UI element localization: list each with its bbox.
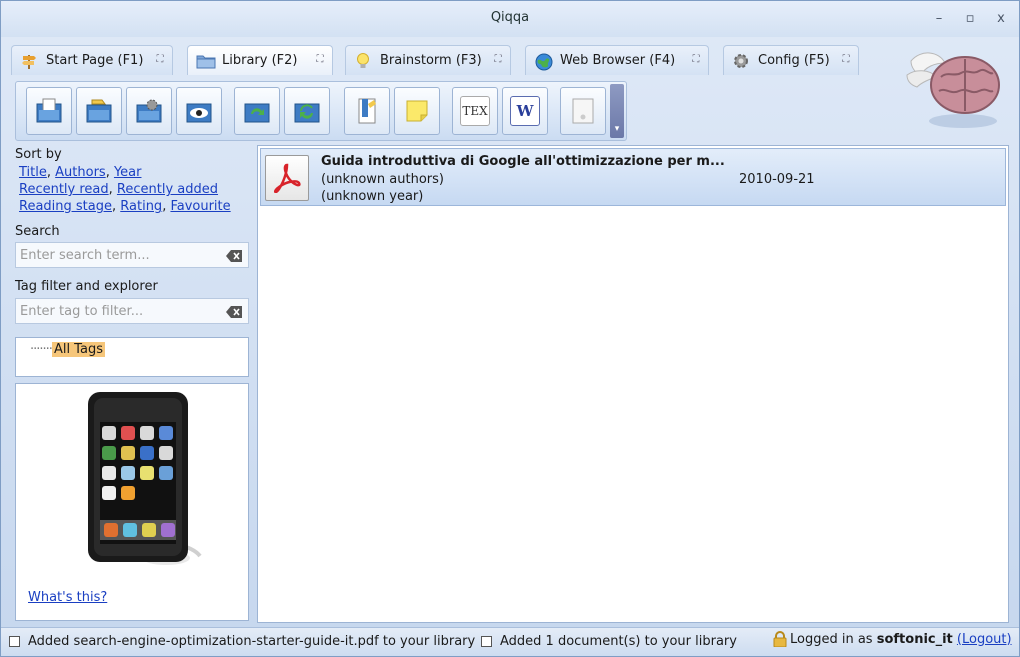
maximize-button[interactable]: ▫ [962,11,978,27]
import-settings-icon [134,96,164,126]
blank-document-icon [568,96,598,126]
status-text: Added search-engine-optimization-starter… [28,634,476,649]
pin-icon[interactable]: ⛶ [492,54,504,66]
add-folder-icon [84,96,114,126]
folder-icon [196,52,216,70]
close-button[interactable]: x [993,11,1009,27]
sort-title-link[interactable]: Title [19,165,47,180]
search-box [15,242,249,268]
username: softonic_it [876,631,953,647]
status-text: Added 1 document(s) to your library [500,634,737,649]
sticky-note-icon [402,96,432,126]
window-title: Qiqqa [490,10,530,25]
tab-label: Start Page (F1) [46,53,144,68]
tag-filter-input[interactable] [20,302,220,320]
tag-tree: ······· All Tags [15,337,249,377]
sort-reading-stage-link[interactable]: Reading stage [19,199,112,214]
logout-link[interactable]: (Logout) [957,632,1012,647]
document-title: Guida introduttiva di Google all'ottimiz… [321,154,725,169]
tag-filter-box [15,298,249,324]
tab-label: Brainstorm (F3) [380,53,482,68]
ipod-image [72,392,202,568]
tex-export-button[interactable]: TEX [452,87,498,135]
whats-this-link[interactable]: What's this? [28,590,107,605]
clear-tag-filter-icon[interactable] [226,306,242,318]
tree-connector: ······· [30,342,53,357]
status-checkbox[interactable] [9,636,20,647]
document-bookmark-button[interactable] [344,87,390,135]
tag-heading: Tag filter and explorer [15,279,158,294]
signpost-icon [20,52,38,70]
tab-label: Library (F2) [222,53,298,68]
tab-config[interactable]: Config (F5) ⛶ [723,45,859,75]
search-input[interactable] [20,246,220,264]
document-row[interactable]: Guida introduttiva di Google all'ottimiz… [260,148,1006,206]
sync-icon [242,96,272,126]
add-document-icon [34,96,64,126]
lightbulb-icon [354,52,372,70]
sync-cloud-button[interactable] [284,87,330,135]
pdf-icon [265,155,309,201]
tab-label: Web Browser (F4) [560,53,676,68]
tab-brainstorm[interactable]: Brainstorm (F3) ⛶ [345,45,511,75]
tag-node-all-tags[interactable]: ······· All Tags [30,342,105,357]
logged-in-label: Logged in as [790,631,873,647]
library-sidebar: Sort by Title, Authors, Year Recently re… [11,145,251,623]
login-status: Logged in as softonic_it (Logout) [773,631,1012,648]
document-bookmark-icon [352,96,382,126]
status-message-1: Added search-engine-optimization-starter… [9,634,475,649]
sort-rating-link[interactable]: Rating [120,199,162,214]
globe-icon [534,52,553,70]
sticky-note-button[interactable] [394,87,440,135]
view-icon [184,96,214,126]
sync-cloud-icon [292,96,322,126]
status-checkbox[interactable] [481,636,492,647]
word-export-button[interactable]: W [502,87,548,135]
gear-icon [732,52,750,70]
import-settings-button[interactable] [126,87,172,135]
word-icon: W [510,96,540,126]
document-list: Guida introduttiva di Google all'ottimiz… [257,145,1009,623]
document-year: (unknown year) [321,189,424,204]
minimize-button[interactable]: – [931,11,947,27]
ad-panel: What's this? [15,383,249,621]
tex-icon: TEX [460,96,490,126]
tab-start-page[interactable]: Start Page (F1) ⛶ [11,45,173,75]
add-folder-button[interactable] [76,87,122,135]
blank-document-button[interactable] [560,87,606,135]
tab-label: Config (F5) [758,53,830,68]
pin-icon[interactable]: ⛶ [314,54,326,66]
library-toolbar: TEX W ▾ [15,81,627,141]
qiqqa-window: Qiqqa – ▫ x Start Page (F1) ⛶ Library (F… [0,0,1020,657]
pin-icon[interactable]: ⛶ [840,54,852,66]
clear-search-icon[interactable] [226,250,242,262]
sort-authors-link[interactable]: Authors [55,165,106,180]
tag-label: All Tags [51,342,105,357]
document-authors: (unknown authors) [321,172,444,187]
sort-recently-added-link[interactable]: Recently added [117,182,218,197]
sort-favourite-link[interactable]: Favourite [170,199,230,214]
pin-icon[interactable]: ⛶ [690,54,702,66]
sort-heading: Sort by [15,147,62,162]
sync-button[interactable] [234,87,280,135]
sort-year-link[interactable]: Year [114,165,142,180]
view-button[interactable] [176,87,222,135]
tab-library[interactable]: Library (F2) ⛶ [187,45,333,75]
toolbar-overflow-button[interactable]: ▾ [610,84,624,138]
title-bar: Qiqqa – ▫ x [1,1,1019,37]
search-heading: Search [15,224,60,239]
sort-links: Title, Authors, Year Recently read, Rece… [19,165,231,214]
status-message-2: Added 1 document(s) to your library [481,634,737,649]
tab-web-browser[interactable]: Web Browser (F4) ⛶ [525,45,709,75]
pin-icon[interactable]: ⛶ [154,54,166,66]
qiqqa-brain-logo [901,41,1009,133]
lock-icon [773,631,787,648]
document-date-added: 2010-09-21 [739,172,815,187]
add-document-button[interactable] [26,87,72,135]
sort-recently-read-link[interactable]: Recently read [19,182,109,197]
status-bar: Added search-engine-optimization-starter… [1,627,1019,656]
